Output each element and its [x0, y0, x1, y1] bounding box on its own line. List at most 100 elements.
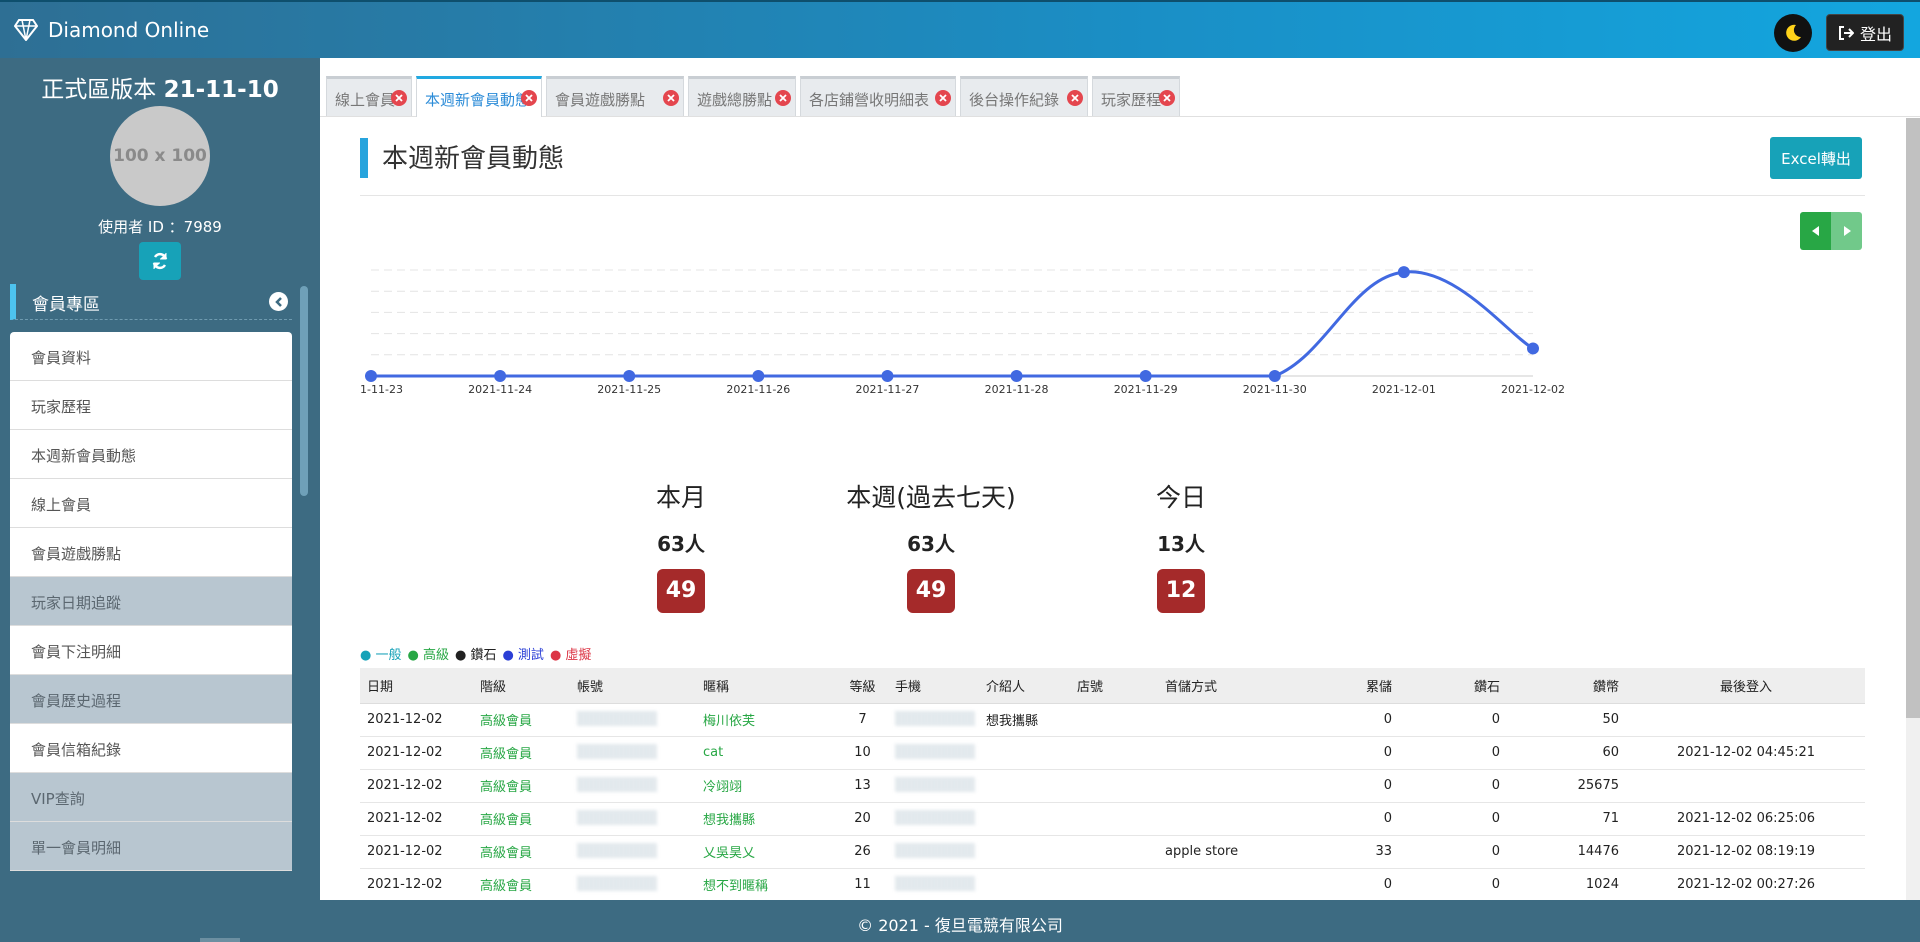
close-icon[interactable] — [1159, 90, 1175, 106]
table-cell: 0 — [1400, 703, 1508, 737]
table-cell[interactable]: 冷翊翊 — [696, 769, 837, 803]
scrollbar-thumb[interactable] — [1906, 118, 1920, 718]
table-cell: 0 — [1400, 769, 1508, 803]
table-cell: ▒▒▒▒▒▒▒▒ — [888, 736, 979, 770]
page-title: 本週新會員動態 — [360, 138, 564, 178]
stat-count: 63人 — [657, 532, 705, 556]
stat-month: 本月 63人 49 — [556, 478, 806, 613]
close-icon[interactable] — [663, 90, 679, 106]
sidebar-item-vip-query[interactable]: VIP查詢 — [10, 773, 292, 822]
column-header[interactable]: 日期 — [360, 668, 473, 704]
legend-item: ● 一般 — [360, 648, 402, 663]
table-cell: ▒▒▒▒▒▒▒▒ — [888, 835, 979, 869]
column-header[interactable]: 最後登入 — [1627, 668, 1865, 704]
tab-store-revenue[interactable]: 各店鋪營收明細表 — [800, 76, 956, 116]
table-row[interactable]: 2021-12-02 高級會員 ▒▒▒▒▒▒▒▒ 乂吳昊乂 26 ▒▒▒▒▒▒▒▒ appl… — [360, 835, 1865, 869]
column-header[interactable]: 首儲方式 — [1158, 668, 1309, 704]
table-cell — [1070, 835, 1158, 869]
sidebar-item-online-members[interactable]: 線上會員 — [10, 479, 292, 528]
tab-online-members[interactable]: 線上會員 — [326, 76, 412, 116]
tab-member-game-points[interactable]: 會員遊戲勝點 — [546, 76, 684, 116]
refresh-button[interactable] — [139, 242, 181, 280]
sidebar-item-player-history[interactable]: 玩家歷程 — [10, 381, 292, 430]
table-cell: 2021-12-02 — [360, 802, 473, 836]
close-icon[interactable] — [391, 90, 407, 106]
table-cell — [1070, 769, 1158, 803]
sidebar-item-player-date-tracking[interactable]: 玩家日期追蹤 — [10, 577, 292, 626]
table-cell: 1024 — [1508, 868, 1627, 900]
excel-export-button[interactable]: Excel轉出 — [1770, 137, 1862, 179]
sidebar-item-member-mailbox[interactable]: 會員信箱紀錄 — [10, 724, 292, 773]
sidebar-item-single-member-details[interactable]: 單一會員明細 — [10, 822, 292, 871]
table-row[interactable]: 2021-12-02 高級會員 ▒▒▒▒▒▒▒▒ 想我攜縣 20 ▒▒▒▒▒▒▒▒ 0 0 71… — [360, 802, 1865, 836]
table-cell: ▒▒▒▒▒▒▒▒ — [888, 802, 979, 836]
sidebar-item-member-bet-details[interactable]: 會員下注明細 — [10, 626, 292, 675]
table-cell[interactable]: 梅川依芙 — [696, 703, 837, 737]
column-header[interactable]: 等級 — [837, 668, 888, 704]
table-cell[interactable]: 想我攜縣 — [696, 802, 837, 836]
diamond-icon — [14, 19, 38, 41]
table-row[interactable]: 2021-12-02 高級會員 ▒▒▒▒▒▒▒▒ 想不到暱稱 11 ▒▒▒▒▒▒▒▒ 0 0 1… — [360, 868, 1865, 900]
table-cell: 高級會員 — [473, 769, 570, 803]
tab-admin-log[interactable]: 後台操作紀錄 — [960, 76, 1088, 116]
table-cell: 50 — [1508, 703, 1627, 737]
tab-weekly-new-members[interactable]: 本週新會員動態 — [416, 76, 542, 117]
table-row[interactable]: 2021-12-02 高級會員 ▒▒▒▒▒▒▒▒ 梅川依芙 7 ▒▒▒▒▒▒▒▒ 想我攜縣 0… — [360, 703, 1865, 737]
column-header[interactable]: 暱稱 — [696, 668, 837, 704]
column-header[interactable]: 帳號 — [570, 668, 696, 704]
section-member-zone[interactable]: 會員專區 — [10, 284, 292, 320]
table-cell: ▒▒▒▒▒▒▒▒ — [570, 835, 696, 869]
chevron-left-icon[interactable] — [269, 292, 288, 311]
sidebar-item-member-game-points[interactable]: 會員遊戲勝點 — [10, 528, 292, 577]
tab-player-history[interactable]: 玩家歷程 — [1092, 76, 1180, 116]
caret-left-icon — [1811, 226, 1819, 236]
close-icon[interactable] — [775, 90, 791, 106]
table-cell: 0 — [1400, 868, 1508, 900]
sidebar-scrollbar[interactable] — [300, 286, 308, 496]
table-cell — [979, 736, 1070, 770]
table-cell: 0 — [1309, 769, 1400, 803]
sidebar-item-weekly-new-members[interactable]: 本週新會員動態 — [10, 430, 292, 479]
table-cell — [1627, 703, 1865, 737]
table-cell — [1158, 802, 1309, 836]
tab-label: 各店鋪營收明細表 — [809, 91, 930, 109]
table-cell: 高級會員 — [473, 703, 570, 737]
column-header[interactable]: 累儲 — [1309, 668, 1400, 704]
table-cell: 2021-12-02 — [360, 835, 473, 869]
column-header[interactable]: 手機 — [888, 668, 979, 704]
close-icon[interactable] — [521, 90, 537, 106]
table-cell: 14476 — [1508, 835, 1627, 869]
tab-label: 遊戲總勝點 — [697, 91, 773, 109]
tab-label: 本週新會員動態 — [425, 91, 531, 109]
tab-game-total-points[interactable]: 遊戲總勝點 — [688, 76, 796, 116]
brand[interactable]: Diamond Online — [14, 18, 209, 42]
column-header[interactable]: 鑽幣 — [1508, 668, 1627, 704]
user-id: 使用者 ID ：7989 — [98, 218, 222, 236]
table-row[interactable]: 2021-12-02 高級會員 ▒▒▒▒▒▒▒▒ cat 10 ▒▒▒▒▒▒▒▒ 0 0 60 2… — [360, 736, 1865, 770]
table-cell[interactable]: 想不到暱稱 — [696, 868, 837, 900]
new-members-table: 日期 階級 帳號 暱稱 等級 手機 介紹人 店號 首儲方式 累儲 鑽石 鑽幣 最後登入 2021-12-… — [360, 668, 1865, 900]
column-header[interactable]: 店號 — [1070, 668, 1158, 704]
close-icon[interactable] — [1067, 90, 1083, 106]
table-cell — [979, 802, 1070, 836]
column-header[interactable]: 介紹人 — [979, 668, 1070, 704]
column-header[interactable]: 階級 — [473, 668, 570, 704]
series-line — [371, 270, 1534, 378]
table-cell: 0 — [1400, 835, 1508, 869]
content-scrollbar[interactable] — [1906, 118, 1920, 900]
close-icon[interactable] — [935, 90, 951, 106]
sidebar-item-member-history[interactable]: 會員歷史過程 — [10, 675, 292, 724]
table-cell[interactable]: cat — [696, 736, 837, 770]
x-tick-label: 2021-11-23 — [360, 383, 403, 396]
sidebar-item-member-info[interactable]: 會員資料 — [10, 332, 292, 381]
dark-mode-toggle[interactable] — [1774, 14, 1812, 52]
table-cell: ▒▒▒▒▒▒▒▒ — [888, 703, 979, 737]
table-row[interactable]: 2021-12-02 高級會員 ▒▒▒▒▒▒▒▒ 冷翊翊 13 ▒▒▒▒▒▒▒▒ 0 0 256… — [360, 769, 1865, 803]
table-cell: ▒▒▒▒▒▒▒▒ — [570, 868, 696, 900]
refresh-icon — [152, 252, 168, 270]
table-cell: 26 — [837, 835, 888, 869]
table-cell: 高級會員 — [473, 868, 570, 900]
column-header[interactable]: 鑽石 — [1400, 668, 1508, 704]
logout-button[interactable]: 登出 — [1826, 14, 1904, 51]
table-cell[interactable]: 乂吳昊乂 — [696, 835, 837, 869]
